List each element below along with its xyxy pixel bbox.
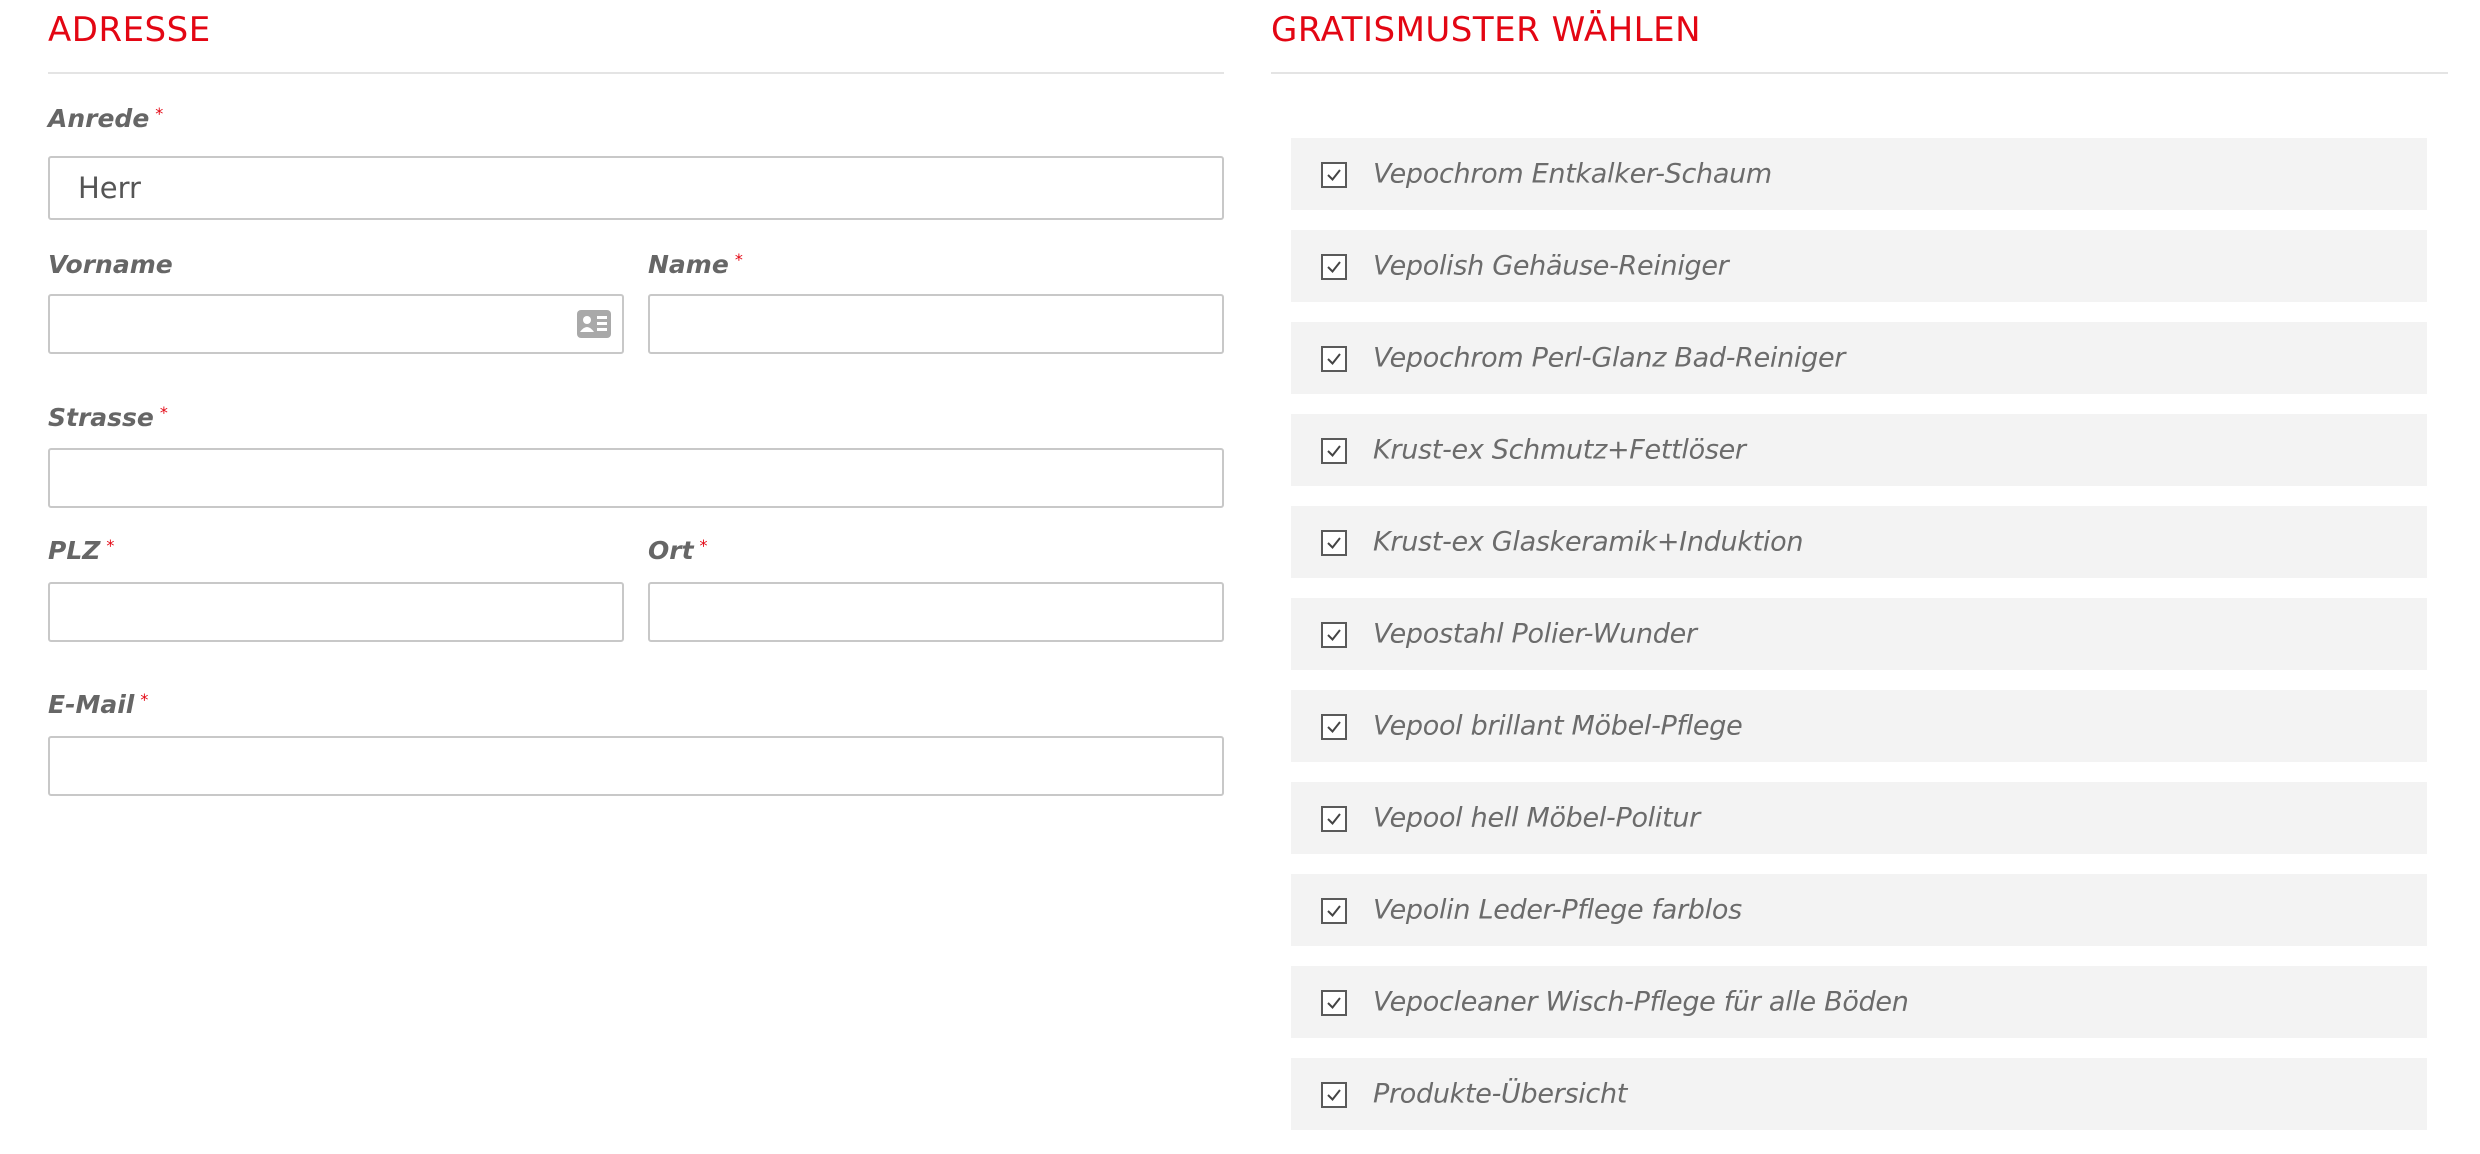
first-name-label: Vorname	[48, 250, 173, 279]
sample-checkbox[interactable]	[1321, 806, 1347, 832]
sample-label: Vepochrom Perl-Glanz Bad-Reiniger	[1373, 342, 1846, 374]
sample-item[interactable]: Vepochrom Entkalker-Schaum	[1291, 138, 2427, 210]
city-label: Ort *	[648, 536, 708, 565]
sample-label: Vepostahl Polier-Wunder	[1373, 618, 1697, 650]
required-marker: *	[106, 536, 115, 555]
check-icon	[1327, 537, 1341, 550]
email-label: E-Mail *	[48, 690, 148, 719]
required-marker: *	[140, 690, 149, 709]
check-icon	[1327, 445, 1341, 458]
email-input[interactable]	[48, 736, 1224, 796]
sample-checkbox[interactable]	[1321, 1082, 1347, 1108]
sample-label: Vepochrom Entkalker-Schaum	[1373, 158, 1772, 190]
sample-checkbox[interactable]	[1321, 990, 1347, 1016]
sample-checkbox[interactable]	[1321, 346, 1347, 372]
check-icon	[1327, 629, 1341, 642]
check-icon	[1327, 1089, 1341, 1102]
sample-checkbox[interactable]	[1321, 898, 1347, 924]
address-divider	[48, 72, 1224, 74]
samples-divider	[1271, 72, 2448, 74]
check-icon	[1327, 997, 1341, 1010]
sample-item[interactable]: Krust-ex Schmutz+Fettlöser	[1291, 414, 2427, 486]
sample-item[interactable]: Vepostahl Polier-Wunder	[1291, 598, 2427, 670]
sample-item[interactable]: Vepolin Leder-Pflege farblos	[1291, 874, 2427, 946]
last-name-label-text: Name	[648, 250, 729, 279]
required-marker: *	[699, 536, 708, 555]
check-icon	[1327, 353, 1341, 366]
email-label-text: E-Mail	[48, 690, 135, 719]
sample-label: Vepolish Gehäuse-Reiniger	[1373, 250, 1729, 282]
sample-item[interactable]: Vepochrom Perl-Glanz Bad-Reiniger	[1291, 322, 2427, 394]
salutation-select[interactable]: Herr	[48, 156, 1224, 220]
sample-item[interactable]: Vepocleaner Wisch-Pflege für alle Böden	[1291, 966, 2427, 1038]
sample-label: Krust-ex Schmutz+Fettlöser	[1373, 434, 1746, 466]
sample-label: Vepolin Leder-Pflege farblos	[1373, 894, 1742, 926]
sample-label: Krust-ex Glaskeramik+Induktion	[1373, 526, 1804, 558]
sample-checkbox[interactable]	[1321, 254, 1347, 280]
sample-checkbox[interactable]	[1321, 162, 1347, 188]
check-icon	[1327, 261, 1341, 274]
sample-item[interactable]: Krust-ex Glaskeramik+Induktion	[1291, 506, 2427, 578]
sample-item[interactable]: Vepool hell Möbel-Politur	[1291, 782, 2427, 854]
sample-item[interactable]: Vepool brillant Möbel-Pflege	[1291, 690, 2427, 762]
first-name-input[interactable]	[48, 294, 624, 354]
zip-label-text: PLZ	[48, 536, 101, 565]
first-name-label-text: Vorname	[48, 250, 173, 279]
sample-label: Vepool brillant Möbel-Pflege	[1373, 710, 1743, 742]
sample-item[interactable]: Produkte-Übersicht	[1291, 1058, 2427, 1130]
city-label-text: Ort	[648, 536, 694, 565]
contact-card-icon[interactable]	[577, 310, 611, 338]
check-icon	[1327, 721, 1341, 734]
last-name-label: Name *	[648, 250, 743, 279]
last-name-input[interactable]	[648, 294, 1224, 354]
city-input[interactable]	[648, 582, 1224, 642]
salutation-value: Herr	[78, 171, 141, 205]
sample-label: Vepool hell Möbel-Politur	[1373, 802, 1700, 834]
sample-checkbox[interactable]	[1321, 714, 1347, 740]
sample-checkbox[interactable]	[1321, 530, 1347, 556]
street-input[interactable]	[48, 448, 1224, 508]
samples-heading: GRATISMUSTER WÄHLEN	[1271, 10, 1702, 50]
check-icon	[1327, 813, 1341, 826]
zip-input[interactable]	[48, 582, 624, 642]
sample-item[interactable]: Vepolish Gehäuse-Reiniger	[1291, 230, 2427, 302]
check-icon	[1327, 905, 1341, 918]
required-marker: *	[159, 403, 168, 422]
salutation-label-text: Anrede	[48, 104, 150, 133]
street-label: Strasse *	[48, 403, 168, 432]
sample-checkbox[interactable]	[1321, 438, 1347, 464]
required-marker: *	[155, 104, 164, 123]
sample-label: Produkte-Übersicht	[1373, 1078, 1628, 1110]
salutation-label: Anrede *	[48, 104, 163, 133]
street-label-text: Strasse	[48, 403, 154, 432]
check-icon	[1327, 169, 1341, 182]
required-marker: *	[734, 250, 743, 269]
zip-label: PLZ *	[48, 536, 114, 565]
sample-label: Vepocleaner Wisch-Pflege für alle Böden	[1373, 986, 1909, 1018]
sample-checkbox[interactable]	[1321, 622, 1347, 648]
address-heading: ADRESSE	[48, 10, 211, 50]
